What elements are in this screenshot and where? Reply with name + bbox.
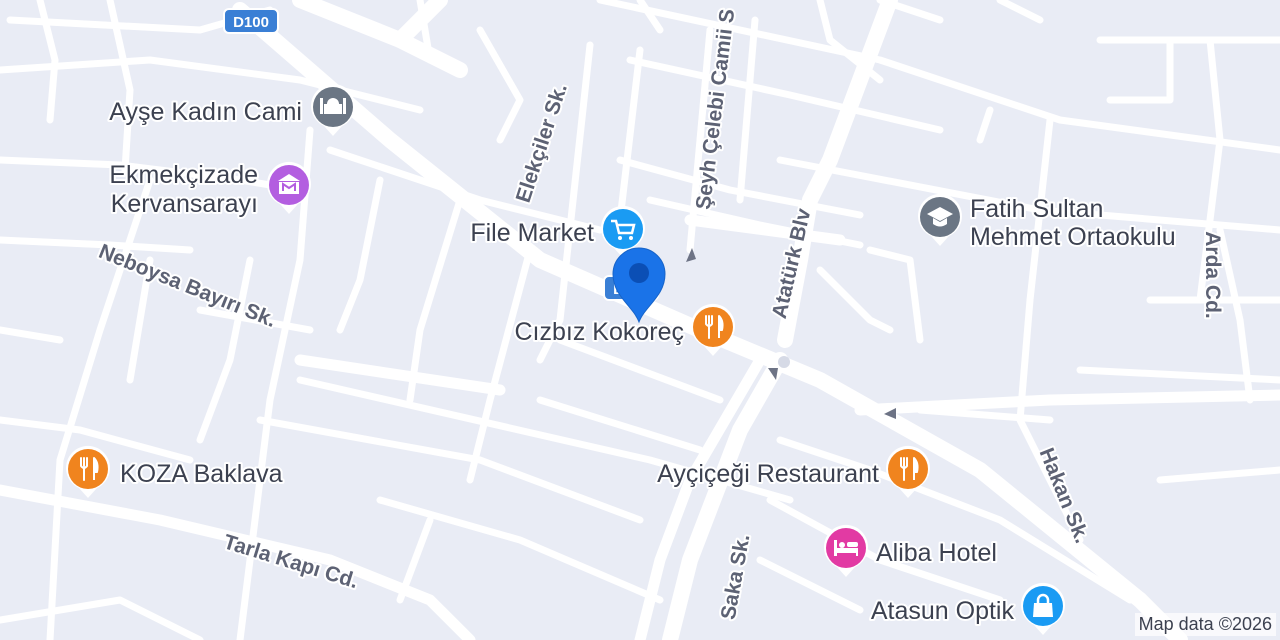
- shopping-bag-icon[interactable]: [1021, 582, 1065, 635]
- poi-label: Atasun Optik: [871, 597, 1015, 625]
- map-attribution: Map data ©2026: [1134, 613, 1276, 636]
- roundabout: [778, 356, 790, 368]
- poi-restaurant[interactable]: Ayçiçeği Restaurant: [655, 445, 930, 498]
- bed-icon[interactable]: [824, 524, 868, 577]
- poi-shopping[interactable]: File Market: [468, 205, 645, 258]
- mosque-icon[interactable]: [311, 83, 355, 136]
- fork-knife-icon[interactable]: [66, 445, 110, 498]
- poi-label: Ayçiçeği Restaurant: [657, 460, 879, 488]
- poi-label: Fatih Sultan: [970, 195, 1103, 223]
- map-layer[interactable]: D100 D100 Elekçiler Sk.Şeyh Çelebi Camii…: [0, 0, 1280, 640]
- graduation-cap-icon[interactable]: [918, 193, 962, 246]
- poi-label: Ekmekçizade: [109, 161, 258, 189]
- poi-museum[interactable]: EkmekçizadeKervansarayı: [107, 159, 311, 220]
- route-shield-d100-top: D100: [223, 8, 279, 34]
- poi-label: Cızbız Kokoreç: [514, 318, 684, 346]
- poi-school[interactable]: Fatih SultanMehmet Ortaokulu: [918, 193, 1178, 253]
- poi-label: Aliba Hotel: [876, 539, 997, 567]
- street-label: Atatürk Blv: [768, 206, 816, 321]
- poi-label-line2: Kervansarayı: [111, 190, 258, 218]
- poi-label: KOZA Baklava: [120, 460, 283, 488]
- street-label: Saka Sk.: [717, 532, 755, 621]
- street-label: Şeyh Çelebi Camii S: [692, 8, 739, 211]
- poi-mosque[interactable]: Ayşe Kadın Cami: [107, 83, 355, 136]
- svg-text:D100: D100: [233, 14, 269, 31]
- street-label: Neboysa Bayırı Sk.: [95, 240, 279, 332]
- street-label: Arda Cd.: [1201, 231, 1224, 319]
- poi-label: File Market: [470, 219, 594, 247]
- map-canvas[interactable]: D100 D100 Elekçiler Sk.Şeyh Çelebi Camii…: [0, 0, 1280, 640]
- poi-label: Ayşe Kadın Cami: [109, 98, 302, 126]
- poi-label-line2: Mehmet Ortaokulu: [970, 223, 1176, 251]
